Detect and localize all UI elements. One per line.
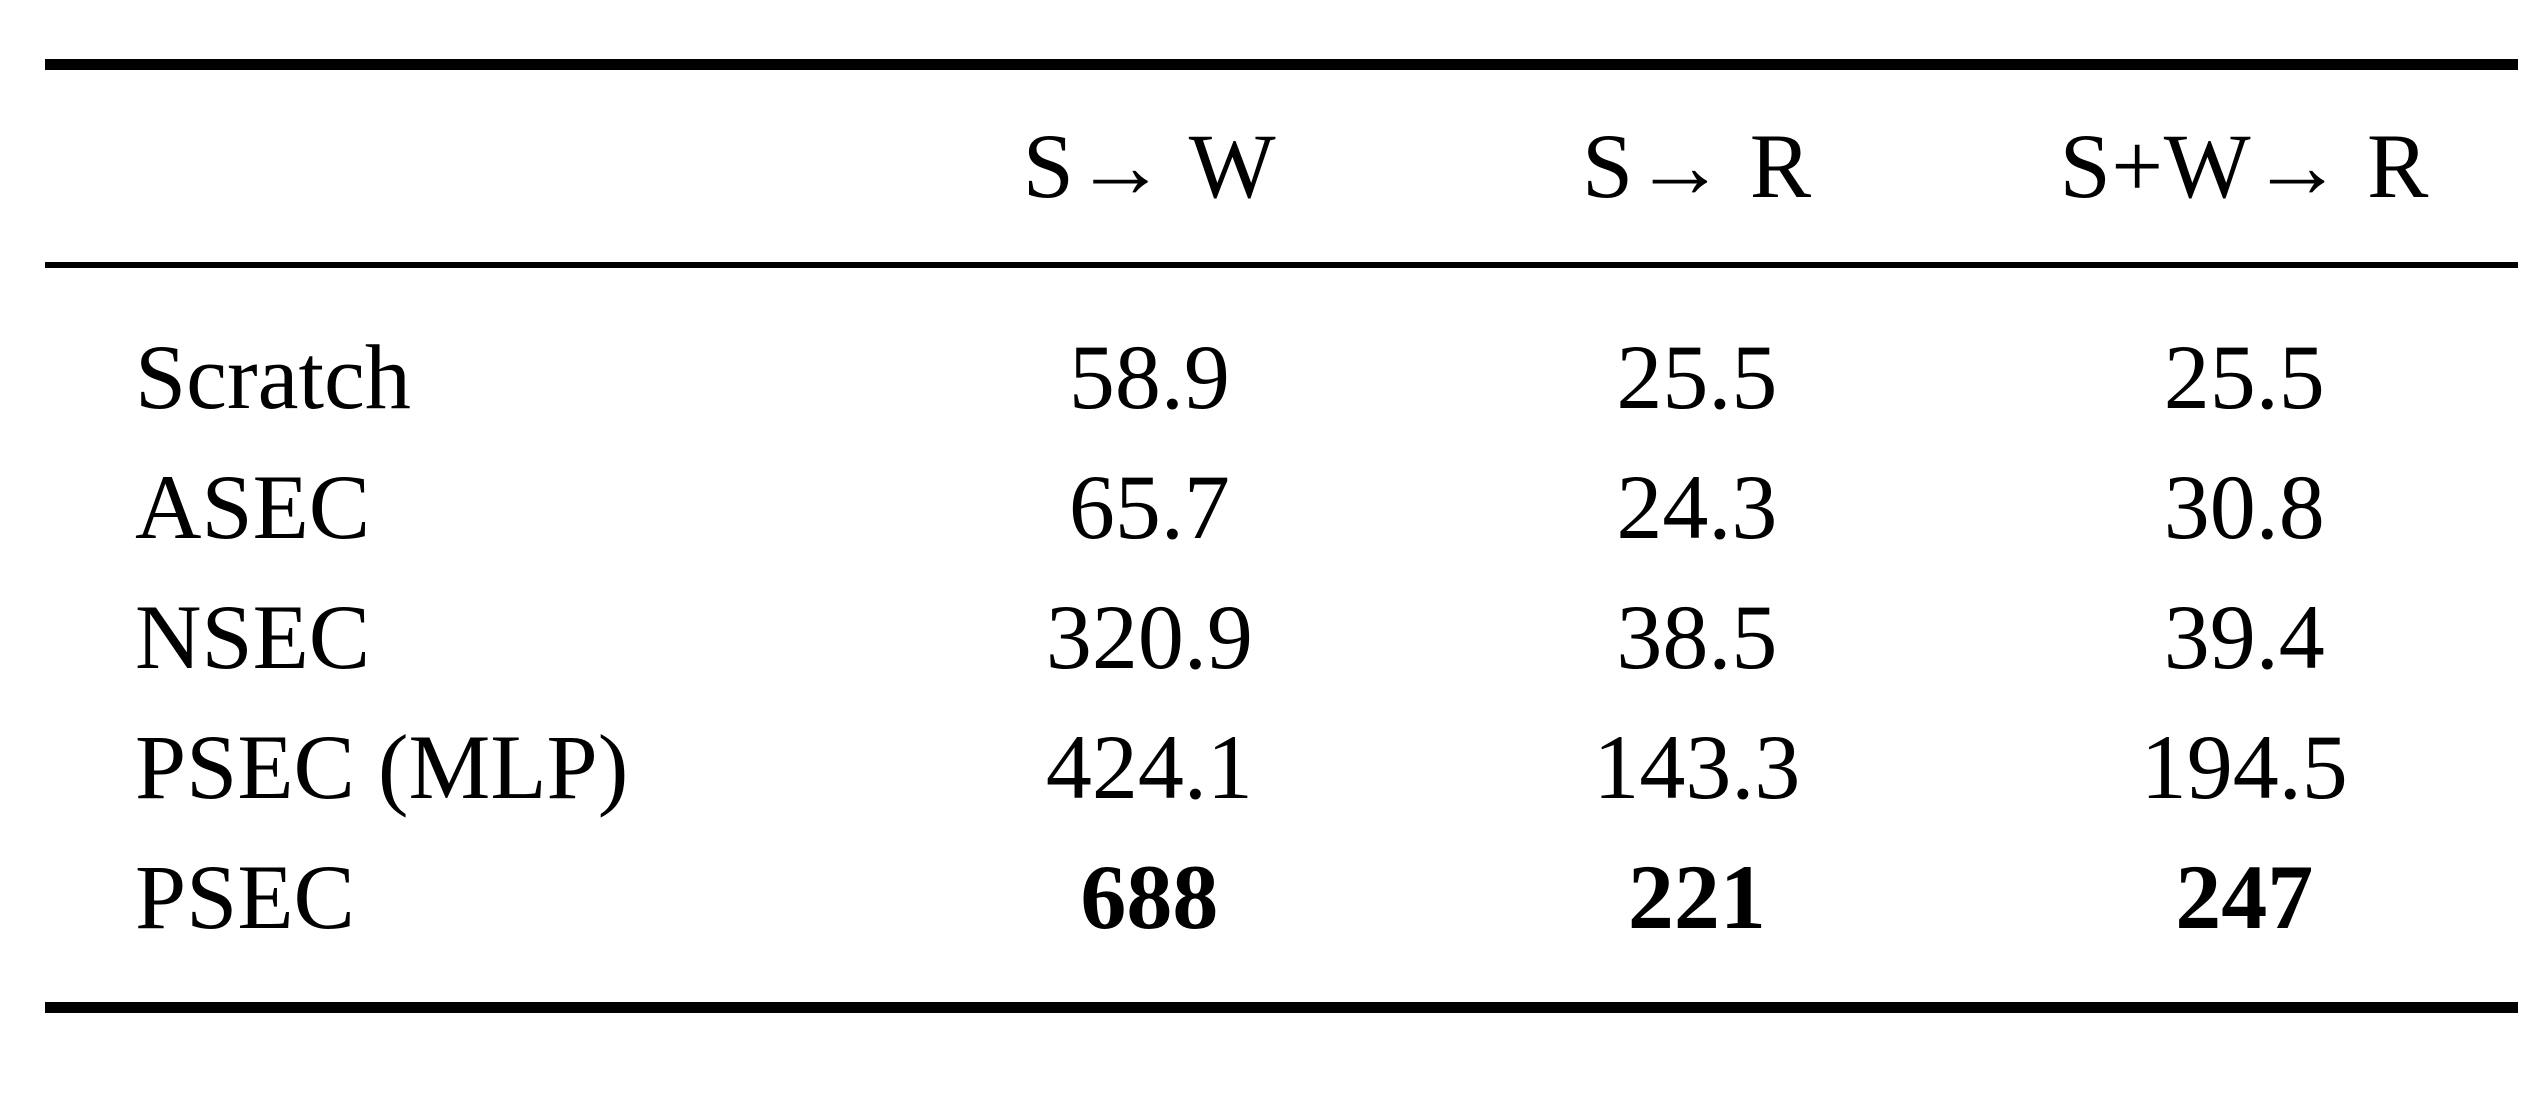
cell-asec-s-plus-w-to-r: 30.8 [2163, 456, 2325, 558]
cell-scratch-s-to-r: 25.5 [1616, 326, 1778, 428]
table-top-rule [45, 59, 2518, 70]
column-header-s-to-w-label: S→ W [1022, 115, 1277, 217]
row-label-asec: ASEC [135, 456, 371, 558]
column-header-s-to-r: S→ R [1423, 70, 1970, 262]
cell-psec-s-plus-w-to-r: 247 [2175, 846, 2314, 948]
cell-asec-s-to-w: 65.7 [1068, 456, 1230, 558]
column-header-s-plus-w-to-r-label: S+W→ R [2059, 115, 2429, 217]
table-row: ASEC 65.7 24.3 30.8 [45, 442, 2518, 572]
column-header-s-to-r-label: S→ R [1582, 115, 1812, 217]
cell-scratch-s-to-w: 58.9 [1068, 326, 1230, 428]
cell-nsec-s-to-w: 320.9 [1045, 586, 1253, 688]
table-row: Scratch 58.9 25.5 25.5 [45, 268, 2518, 442]
column-header-s-plus-w-to-r: S+W→ R [1971, 70, 2518, 262]
table-header: S→ W S→ R S+W→ R [45, 70, 2518, 262]
cell-nsec-s-to-r: 38.5 [1616, 586, 1778, 688]
table-row: PSEC (MLP) 424.1 143.3 194.5 [45, 702, 2518, 832]
cell-psec-s-to-r: 221 [1627, 846, 1766, 948]
cell-scratch-s-plus-w-to-r: 25.5 [2163, 326, 2325, 428]
row-label-nsec: NSEC [135, 586, 371, 688]
cell-nsec-s-plus-w-to-r: 39.4 [2163, 586, 2325, 688]
results-table-container: S→ W S→ R S+W→ R Scratch 58.9 25.5 25.5 … [45, 59, 2518, 1013]
cell-asec-s-to-r: 24.3 [1616, 456, 1778, 558]
results-table-body-wrap: Scratch 58.9 25.5 25.5 ASEC 65.7 24.3 30… [45, 268, 2518, 1002]
cell-psec-mlp-s-to-w: 424.1 [1045, 716, 1253, 818]
table-row: NSEC 320.9 38.5 39.4 [45, 572, 2518, 702]
row-label-psec: PSEC [135, 846, 355, 948]
row-label-psec-mlp: PSEC (MLP) [135, 716, 629, 818]
table-header-row: S→ W S→ R S+W→ R [45, 70, 2518, 262]
row-label-scratch: Scratch [135, 326, 411, 428]
column-header-method [45, 70, 876, 262]
cell-psec-mlp-s-plus-w-to-r: 194.5 [2140, 716, 2348, 818]
cell-psec-s-to-w: 688 [1080, 846, 1219, 948]
cell-psec-mlp-s-to-r: 143.3 [1593, 716, 1801, 818]
table-bottom-rule [45, 1002, 2518, 1013]
column-header-s-to-w: S→ W [876, 70, 1423, 262]
table-row: PSEC 688 221 247 [45, 832, 2518, 1002]
results-table: S→ W S→ R S+W→ R [45, 70, 2518, 262]
table-body: Scratch 58.9 25.5 25.5 ASEC 65.7 24.3 30… [45, 268, 2518, 1002]
